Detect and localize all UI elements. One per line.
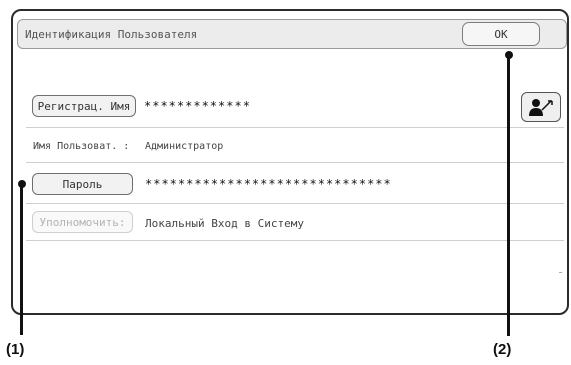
authority-button: Уполномочить: <box>32 211 133 233</box>
divider <box>26 127 564 128</box>
user-login-button[interactable] <box>521 92 561 122</box>
password-value: ****************************** <box>145 177 392 191</box>
divider <box>26 240 564 241</box>
user-name-value: Администратор <box>145 141 224 152</box>
ok-button[interactable]: OK <box>462 22 540 46</box>
user-key-icon <box>529 99 553 116</box>
scroll-mark <box>559 272 562 273</box>
callout-2-label: (2) <box>493 341 512 358</box>
divider <box>26 203 564 204</box>
callout-1-line <box>20 184 23 335</box>
password-button[interactable]: Пароль <box>32 173 133 195</box>
login-name-value: ************* <box>144 99 251 113</box>
callout-1-label: (1) <box>6 341 25 358</box>
login-name-button[interactable]: Регистрац. Имя <box>32 95 136 117</box>
divider <box>26 162 564 163</box>
callout-2-line <box>507 55 510 336</box>
dialog-title: Идентификация Пользователя <box>25 28 198 41</box>
user-name-label: Имя Пользоват. : <box>33 141 130 152</box>
authority-value: Локальный Вход в Систему <box>145 217 304 230</box>
